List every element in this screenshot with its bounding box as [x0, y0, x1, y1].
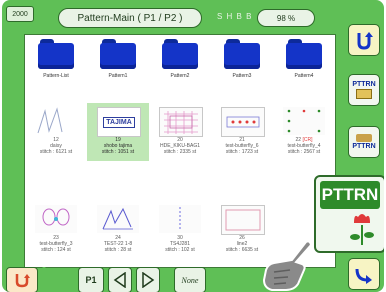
popup-label: PTTRN	[320, 181, 380, 209]
pattern-item[interactable]: 23 test-butterfly_3 stitch : 124 st	[25, 201, 87, 259]
folder-label: Pattern3	[232, 73, 252, 79]
title-bar: 2000 Pattern-Main ( P1 / P2 ) S H B B 98…	[2, 0, 384, 34]
pattern-thumbnail	[221, 205, 265, 235]
folder-label: Pattern2	[170, 73, 190, 79]
pattern-stitch: stitch : 102 st	[165, 247, 195, 253]
pattern-item[interactable]: 12 daisy stitch : 6121 st	[25, 103, 87, 161]
edit-icon	[356, 89, 372, 99]
pattern-stitch: stitch : 1723 st	[225, 149, 259, 155]
status-indicator: S H B B	[217, 12, 253, 21]
folder-label: Pattern4	[294, 73, 314, 79]
none-button[interactable]: None	[174, 267, 206, 292]
spacer	[42, 267, 46, 291]
folder-pattern4[interactable]: Pattern4	[273, 35, 335, 93]
pattern-stitch: stitch : 2567 st	[287, 149, 321, 155]
next-button[interactable]	[348, 258, 380, 290]
pattern-item[interactable]: 24 TEST-22 1-8 stitch : 28 st	[87, 201, 149, 259]
left-edge-arrow-icon	[2, 90, 7, 98]
counter-badge: 2000	[6, 6, 34, 22]
pattern-sew-button-popup[interactable]: PTTRN	[314, 175, 384, 253]
pattern-thumbnail	[221, 107, 265, 137]
pattern-thumbnail	[159, 107, 203, 137]
folder-pattern-list[interactable]: Pattern-List	[25, 35, 87, 93]
folder-icon	[286, 39, 322, 69]
pattern-stitch: stitch : 124 st	[41, 247, 71, 253]
folder-icon	[38, 39, 74, 69]
pattern-stitch: stitch : 2335 st	[163, 149, 197, 155]
triangle-left-icon	[113, 272, 126, 288]
tulip-icon	[350, 214, 374, 245]
pattern-thumbnail	[37, 107, 63, 134]
pattern-sew-button[interactable]: PTTRN	[348, 126, 380, 158]
pattern-thumbnail	[283, 107, 325, 135]
page-next-button[interactable]	[136, 267, 160, 292]
return-button[interactable]	[348, 24, 380, 56]
pattern-stitch: stitch : 28 st	[104, 247, 132, 253]
pattern-edit-label: PTTRN	[352, 81, 376, 88]
pattern-edit-button[interactable]: PTTRN	[348, 74, 380, 106]
screen-frame: 2000 Pattern-Main ( P1 / P2 ) S H B B 98…	[2, 0, 384, 292]
pattern-thumbnail	[97, 205, 139, 233]
return-arrow-icon	[357, 32, 373, 50]
pattern-thumbnail	[159, 205, 201, 233]
curved-arrow-icon	[355, 268, 372, 284]
pattern-stitch: stitch : 1051 st	[101, 149, 135, 155]
folder-pattern1[interactable]: Pattern1	[87, 35, 149, 93]
sewing-icon	[356, 134, 372, 142]
pattern-item[interactable]: 21 test-butterfly_6 stitch : 1723 st	[211, 103, 273, 161]
pattern-item-selected[interactable]: TAJIMA 19 shobo tajima stitch : 1051 st	[87, 103, 149, 161]
pointing-hand-icon	[262, 240, 313, 291]
pattern-thumbnail	[35, 205, 77, 233]
pattern-item[interactable]: 30 TS4J281 stitch : 102 st	[149, 201, 211, 259]
triangle-right-icon	[142, 272, 155, 288]
pattern-thumbnail: TAJIMA	[97, 107, 141, 137]
page-p1-button[interactable]: P1	[78, 267, 104, 292]
u-turn-icon	[15, 274, 30, 288]
folder-label: Pattern-List	[43, 73, 69, 79]
page-title: Pattern-Main ( P1 / P2 )	[58, 8, 202, 28]
percent-indicator: 98 %	[257, 9, 315, 27]
folder-label: Pattern1	[108, 73, 128, 79]
pattern-grid: Pattern-List Pattern1 Pattern2 Pattern3 …	[24, 34, 336, 268]
pattern-stitch: stitch : 6121 st	[39, 149, 73, 155]
folder-icon	[100, 39, 136, 69]
pattern-item[interactable]: 20 HDE_KIKU-BAG1 stitch : 2335 st	[149, 103, 211, 161]
page-prev-button[interactable]	[108, 267, 132, 292]
folder-pattern2[interactable]: Pattern2	[149, 35, 211, 93]
pattern-item[interactable]: 22 [CR] test-butterfly_4 stitch : 2567 s…	[273, 103, 335, 161]
pattern-sew-label: PTTRN	[352, 143, 376, 150]
back-button[interactable]	[6, 267, 38, 292]
folder-icon	[162, 39, 198, 69]
folder-icon	[224, 39, 260, 69]
folder-pattern3[interactable]: Pattern3	[211, 35, 273, 93]
